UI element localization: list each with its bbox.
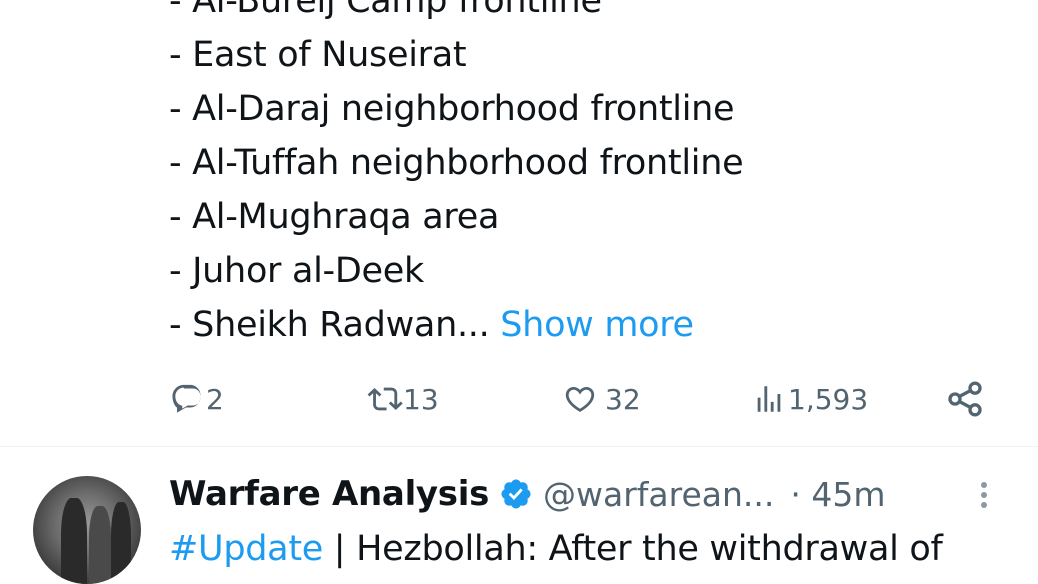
tweet-line-text: - Sheikh Radwan... — [169, 305, 490, 345]
verified-badge-icon — [499, 477, 533, 511]
author-handle[interactable]: @warfarean... — [543, 475, 774, 514]
views-icon — [752, 382, 786, 416]
tweet-line: - Al-Bureij Camp frontline — [169, 0, 602, 21]
tweet-actions-bar: 2 13 32 1,593 — [0, 374, 1038, 424]
tweet-line: - Juhor al-Deek — [169, 251, 424, 291]
avatar-figure — [61, 498, 87, 584]
share-button[interactable] — [945, 374, 985, 424]
avatar-figure — [89, 506, 111, 584]
more-dot — [981, 502, 987, 508]
share-icon — [945, 379, 985, 419]
tweet-divider — [0, 446, 1038, 447]
views-button[interactable]: 1,593 — [752, 374, 868, 424]
tweet-line: - Al-Tuffah neighborhood frontline — [169, 143, 744, 183]
repost-count: 13 — [403, 382, 439, 416]
more-dot — [981, 492, 987, 498]
tweet-line: - Al-Daraj neighborhood frontline — [169, 89, 735, 129]
reply-count: 2 — [206, 382, 224, 416]
tweet-timestamp[interactable]: · 45m — [790, 475, 885, 514]
like-button[interactable]: 32 — [563, 374, 641, 424]
hashtag-link[interactable]: #Update — [169, 529, 323, 569]
reply-button[interactable]: 2 — [170, 374, 224, 424]
tweet2-body: | Hezbollah: After the withdrawal of — [322, 529, 943, 569]
tweet-header: Warfare Analysis @warfarean... · 45m — [169, 470, 886, 518]
show-more-link[interactable]: Show more — [500, 305, 694, 345]
author-name[interactable]: Warfare Analysis — [169, 474, 489, 514]
tweet-line: - Al-Mughraqa area — [169, 197, 500, 237]
tweet-line-last: - Sheikh Radwan... Show more — [169, 298, 743, 352]
like-count: 32 — [605, 382, 641, 416]
avatar-figure — [111, 502, 131, 584]
tweet-text: - Al-Bureij Camp frontline - East of Nus… — [169, 0, 744, 352]
reply-icon — [170, 382, 204, 416]
repost-button[interactable]: 13 — [365, 374, 439, 424]
tweet-line: - East of Nuseirat — [169, 35, 467, 75]
views-count: 1,593 — [788, 382, 869, 416]
heart-icon — [563, 382, 597, 416]
more-dot — [981, 482, 987, 488]
more-options-icon[interactable] — [972, 478, 996, 518]
avatar[interactable] — [33, 476, 141, 584]
tweet2-text: #Update | Hezbollah: After the withdrawa… — [169, 525, 943, 573]
